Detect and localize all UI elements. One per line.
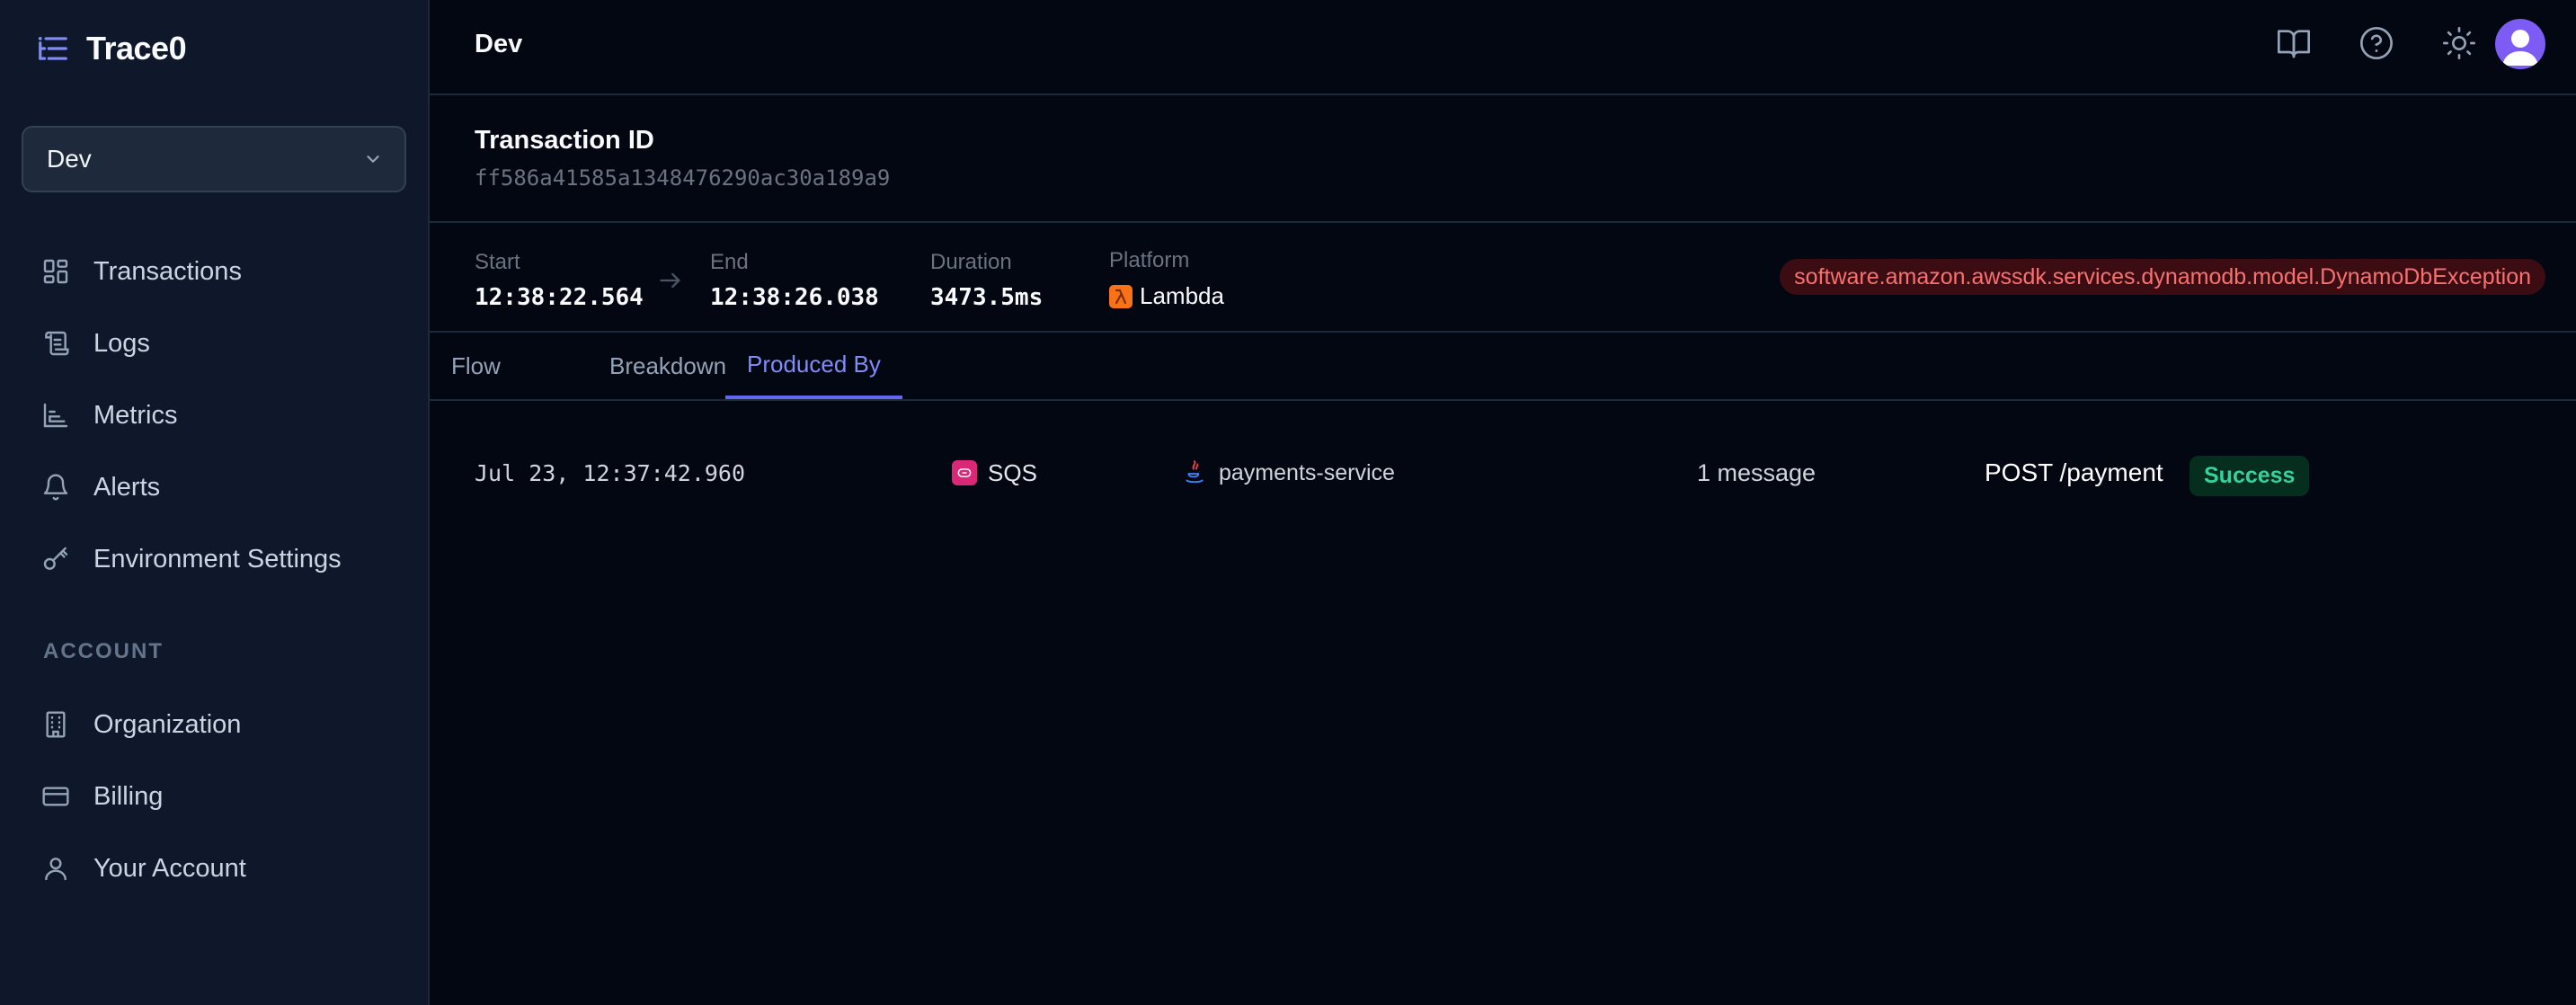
row-source-label: SQS — [988, 458, 1037, 486]
bar-chart-icon — [43, 403, 68, 428]
row-endpoint: POST /payment — [1985, 458, 2163, 486]
sidebar-item-environment-settings[interactable]: Environment Settings — [0, 523, 428, 595]
row-service-label: payments-service — [1219, 459, 1395, 485]
end-info: End 12:38:26.038 — [710, 250, 879, 311]
building-icon — [46, 711, 66, 738]
sidebar-item-label: Your Account — [93, 853, 246, 883]
sidebar-item-label: Alerts — [93, 472, 161, 502]
scroll-icon — [45, 331, 69, 356]
transaction-label: Transaction ID — [475, 126, 654, 155]
sidebar-item-billing[interactable]: Billing — [0, 760, 428, 832]
status-badge: Success — [2190, 455, 2310, 496]
arrow-right-icon — [660, 272, 680, 289]
sidebar-item-label: Metrics — [93, 400, 178, 430]
java-icon — [1186, 460, 1204, 484]
bell-icon — [43, 474, 68, 501]
platform-label: Platform — [1109, 248, 1190, 272]
avatar[interactable] — [2495, 19, 2545, 69]
row-messages: 1 message — [1697, 458, 1817, 486]
account-section-label: ACCOUNT — [43, 639, 164, 663]
logo-icon — [38, 37, 67, 60]
end-value: 12:38:26.038 — [710, 284, 879, 311]
sqs-icon — [952, 460, 977, 485]
sidebar-item-logs[interactable]: Logs — [0, 307, 428, 379]
duration-label: Duration — [930, 250, 1012, 274]
table-row[interactable]: Jul 23, 12:37:42.960 SQS payments-servic… — [430, 440, 2576, 505]
tab-flow[interactable]: Flow — [430, 333, 522, 399]
end-label: End — [710, 250, 749, 274]
start-value: 12:38:22.564 — [475, 284, 644, 311]
environment-select[interactable]: Dev — [22, 126, 406, 192]
tab-produced-by[interactable]: Produced By — [725, 333, 902, 399]
duration-value: 3473.5ms — [930, 284, 1044, 311]
transaction-header: Transaction ID ff586a41585a1348476290ac3… — [430, 95, 2576, 223]
sidebar-item-label: Logs — [93, 328, 150, 358]
sidebar-item-organization[interactable]: Organization — [0, 689, 428, 760]
page-title: Dev — [475, 30, 523, 58]
platform-info: Platform Lambda — [1109, 248, 1224, 310]
row-service: payments-service — [1183, 440, 1395, 505]
sidebar-item-label: Transactions — [93, 256, 242, 286]
help-icon[interactable] — [2358, 25, 2394, 61]
sidebar-item-label: Environment Settings — [93, 544, 342, 574]
main-nav: Transactions Logs Metrics Alerts Environ… — [0, 236, 428, 595]
tab-breakdown[interactable]: Breakdown — [588, 333, 748, 399]
sidebar-item-metrics[interactable]: Metrics — [0, 379, 428, 451]
sidebar: Trace0 Dev Transactions Logs Metrics Ale… — [0, 0, 430, 1005]
environment-select-value: Dev — [47, 145, 92, 173]
sidebar-item-alerts[interactable]: Alerts — [0, 451, 428, 523]
row-status: Success — [2190, 443, 2310, 508]
start-info: Start 12:38:22.564 — [475, 250, 644, 311]
user-icon — [45, 858, 67, 881]
avatar-icon — [2502, 30, 2538, 66]
transaction-info: Start 12:38:22.564 End 12:38:26.038 Dura… — [430, 223, 2576, 333]
chevron-down-icon — [367, 156, 379, 163]
sun-icon[interactable] — [2441, 25, 2477, 61]
row-timestamp: Jul 23, 12:37:42.960 — [475, 459, 746, 486]
exception-badge: software.amazon.awssdk.services.dynamodb… — [1780, 259, 2545, 295]
start-label: Start — [475, 250, 520, 274]
grid-icon — [43, 259, 68, 284]
tab-bar: Flow Breakdown Produced By — [430, 333, 2576, 401]
credit-card-icon — [42, 787, 69, 806]
transaction-id: ff586a41585a1348476290ac30a189a9 — [475, 165, 891, 191]
book-icon[interactable] — [2276, 25, 2312, 61]
row-source: SQS — [952, 440, 1037, 505]
brand-name: Trace0 — [86, 30, 187, 67]
account-nav: Organization Billing Your Account — [0, 689, 428, 904]
key-icon — [43, 547, 68, 570]
duration-info: Duration 3473.5ms — [930, 250, 1043, 311]
sidebar-item-your-account[interactable]: Your Account — [0, 832, 428, 904]
lambda-icon — [1109, 284, 1133, 308]
sidebar-item-transactions[interactable]: Transactions — [0, 236, 428, 307]
top-header: Dev — [430, 0, 2576, 95]
sidebar-item-label: Organization — [93, 709, 242, 739]
sidebar-item-label: Billing — [93, 781, 164, 811]
platform-value: Lambda — [1140, 282, 1224, 309]
brand[interactable]: Trace0 — [36, 27, 187, 70]
